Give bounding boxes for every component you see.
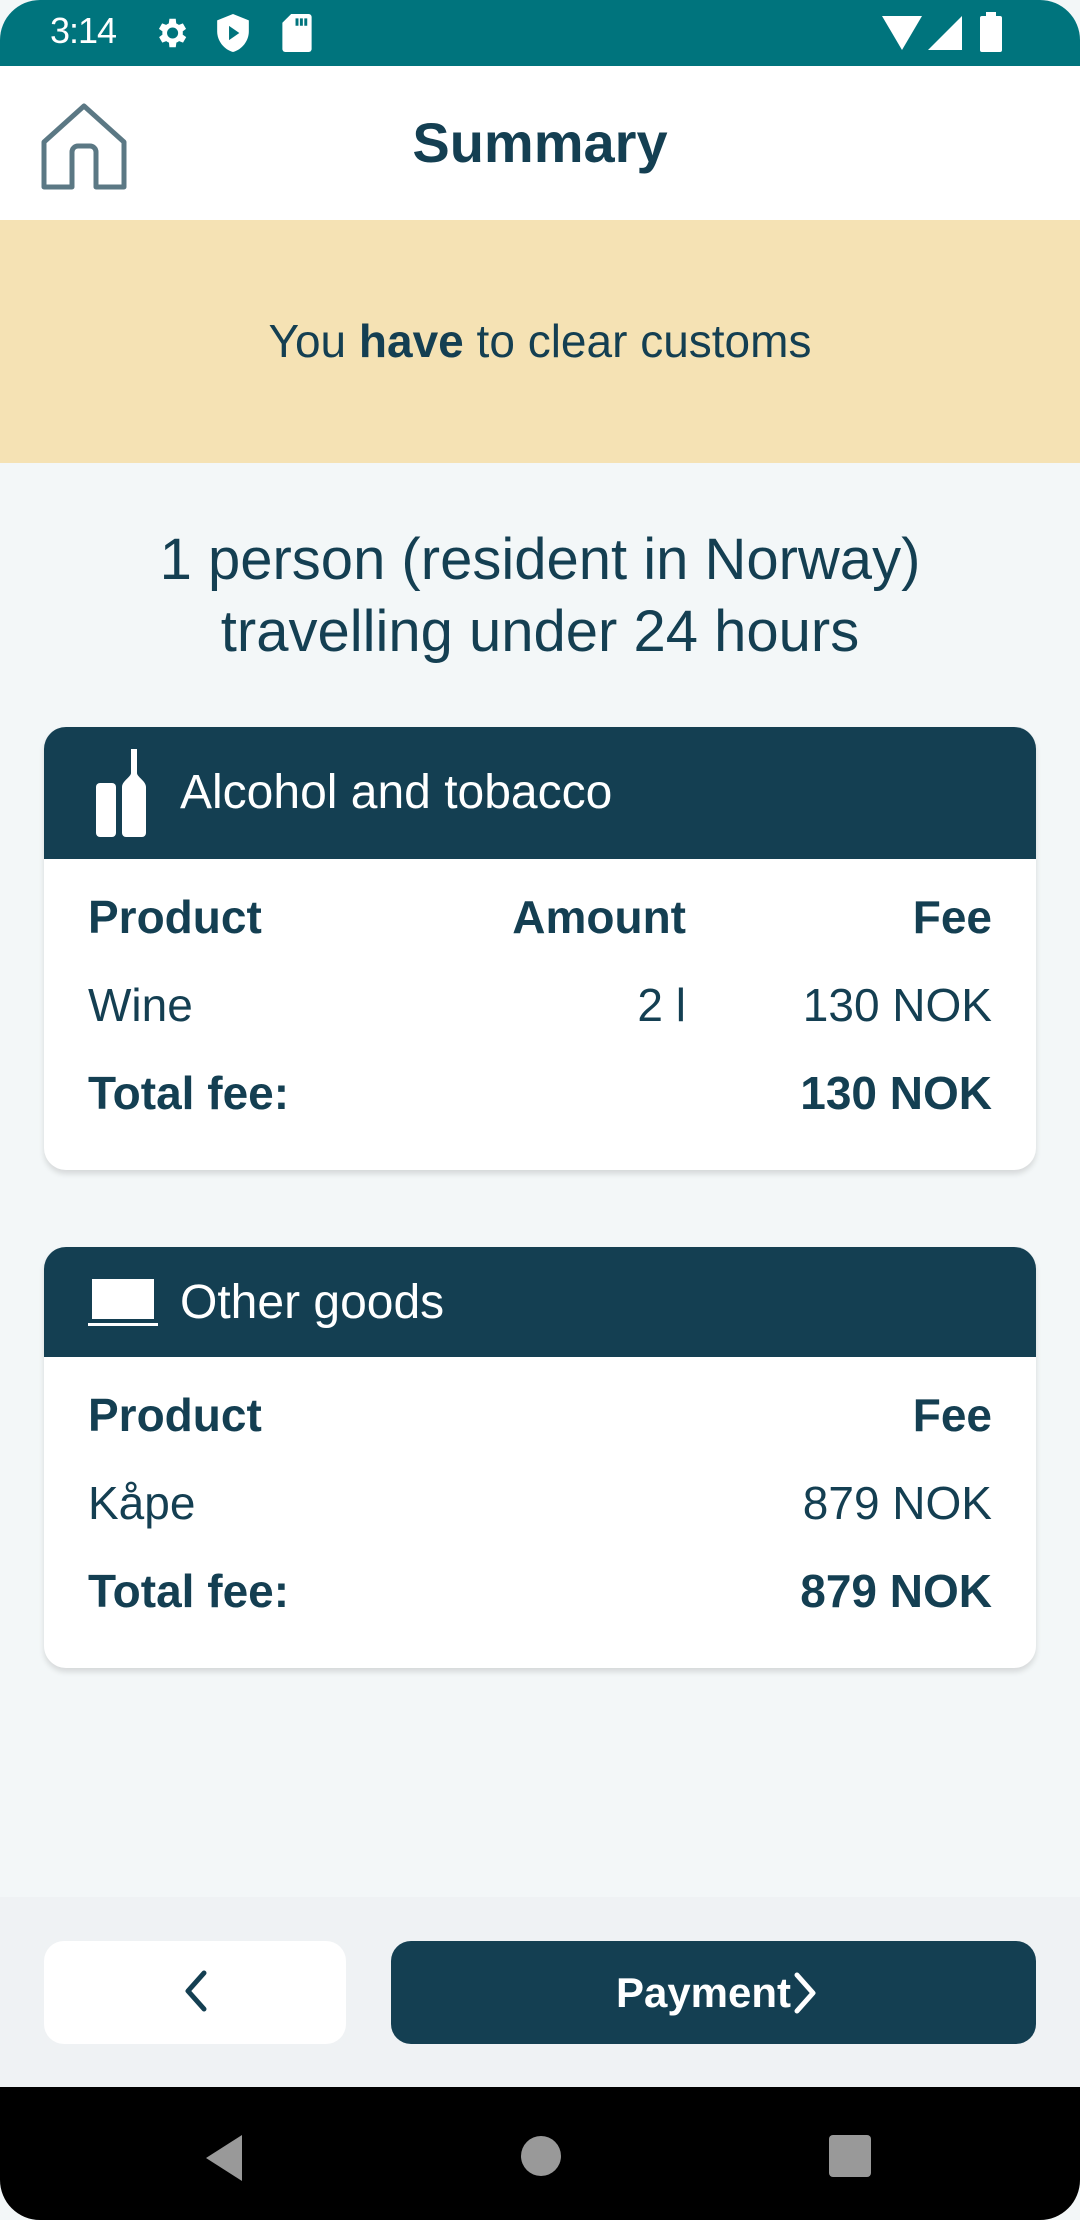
total-row: Total fee: 879 NOK bbox=[88, 1561, 992, 1649]
battery-icon bbox=[980, 12, 1002, 57]
row-fee: 130 NOK bbox=[802, 979, 992, 1031]
status-bar: 3:14 bbox=[0, 0, 1080, 66]
shield-play-icon bbox=[216, 14, 250, 57]
card-body: Product Amount Fee Wine 2 l 130 NOK Tota… bbox=[44, 859, 1036, 1151]
total-label: Total fee: bbox=[88, 1067, 290, 1119]
laptop-icon bbox=[88, 1279, 158, 1332]
system-nav-bar bbox=[0, 2087, 1080, 2220]
nav-back-button[interactable] bbox=[204, 2135, 246, 2186]
table-header: Product Fee bbox=[88, 1385, 992, 1473]
status-time: 3:14 bbox=[50, 10, 117, 51]
chevron-left-icon bbox=[185, 1970, 207, 2012]
banner-emphasis: have bbox=[358, 315, 464, 367]
back-triangle-icon bbox=[206, 2135, 242, 2181]
cellular-icon bbox=[928, 16, 962, 55]
row-fee: 879 NOK bbox=[802, 1477, 992, 1529]
alcohol-tobacco-card: Alcohol and tobacco Product Amount Fee W… bbox=[44, 727, 1036, 1170]
bottles-icon bbox=[94, 749, 150, 844]
header-fee: Fee bbox=[912, 1389, 992, 1441]
other-goods-card: Other goods Product Fee Kåpe 879 NOK Tot… bbox=[44, 1247, 1036, 1668]
app-bar: Summary bbox=[0, 66, 1080, 220]
header-amount: Amount bbox=[512, 891, 686, 943]
table-row: Kåpe 879 NOK bbox=[88, 1473, 992, 1561]
nav-home-button[interactable] bbox=[520, 2135, 562, 2182]
gear-icon bbox=[152, 14, 190, 57]
home-circle-icon bbox=[521, 2136, 561, 2176]
banner-prefix: You bbox=[268, 315, 359, 367]
nav-recents-button[interactable] bbox=[829, 2135, 871, 2182]
bottom-action-bar: Payment bbox=[0, 1897, 1080, 2087]
sd-card-icon bbox=[282, 14, 312, 57]
traveller-info: 1 person (resident in Norway) travelling… bbox=[0, 524, 1080, 668]
card-header: Other goods bbox=[44, 1247, 1036, 1357]
header-fee: Fee bbox=[912, 891, 992, 943]
traveller-line-1: 1 person (resident in Norway) bbox=[159, 527, 921, 592]
card-body: Product Fee Kåpe 879 NOK Total fee: 879 … bbox=[44, 1357, 1036, 1649]
table-row: Wine 2 l 130 NOK bbox=[88, 975, 992, 1063]
traveller-line-2: travelling under 24 hours bbox=[220, 599, 860, 664]
total-row: Total fee: 130 NOK bbox=[88, 1063, 992, 1151]
payment-label: Payment bbox=[615, 1968, 792, 2016]
payment-button[interactable]: Payment bbox=[391, 1941, 1036, 2044]
row-amount: 2 l bbox=[637, 979, 686, 1031]
total-value: 130 NOK bbox=[800, 1067, 992, 1119]
chevron-right-icon bbox=[794, 1972, 816, 2014]
card-title: Other goods bbox=[180, 1276, 445, 1329]
row-product: Wine bbox=[88, 979, 193, 1031]
header-product: Product bbox=[88, 891, 262, 943]
total-label: Total fee: bbox=[88, 1565, 290, 1617]
table-header: Product Amount Fee bbox=[88, 887, 992, 975]
customs-message: You have to clear customs bbox=[0, 314, 1080, 368]
customs-banner: You have to clear customs bbox=[0, 220, 1080, 463]
header-product: Product bbox=[88, 1389, 262, 1441]
recents-square-icon bbox=[829, 2135, 871, 2177]
row-product: Kåpe bbox=[88, 1477, 196, 1529]
card-title: Alcohol and tobacco bbox=[180, 766, 613, 819]
page-title: Summary bbox=[412, 111, 668, 174]
card-header: Alcohol and tobacco bbox=[44, 727, 1036, 859]
wifi-icon bbox=[882, 16, 922, 55]
total-value: 879 NOK bbox=[800, 1565, 992, 1617]
banner-suffix: to clear customs bbox=[463, 315, 812, 367]
back-button[interactable] bbox=[44, 1941, 346, 2044]
